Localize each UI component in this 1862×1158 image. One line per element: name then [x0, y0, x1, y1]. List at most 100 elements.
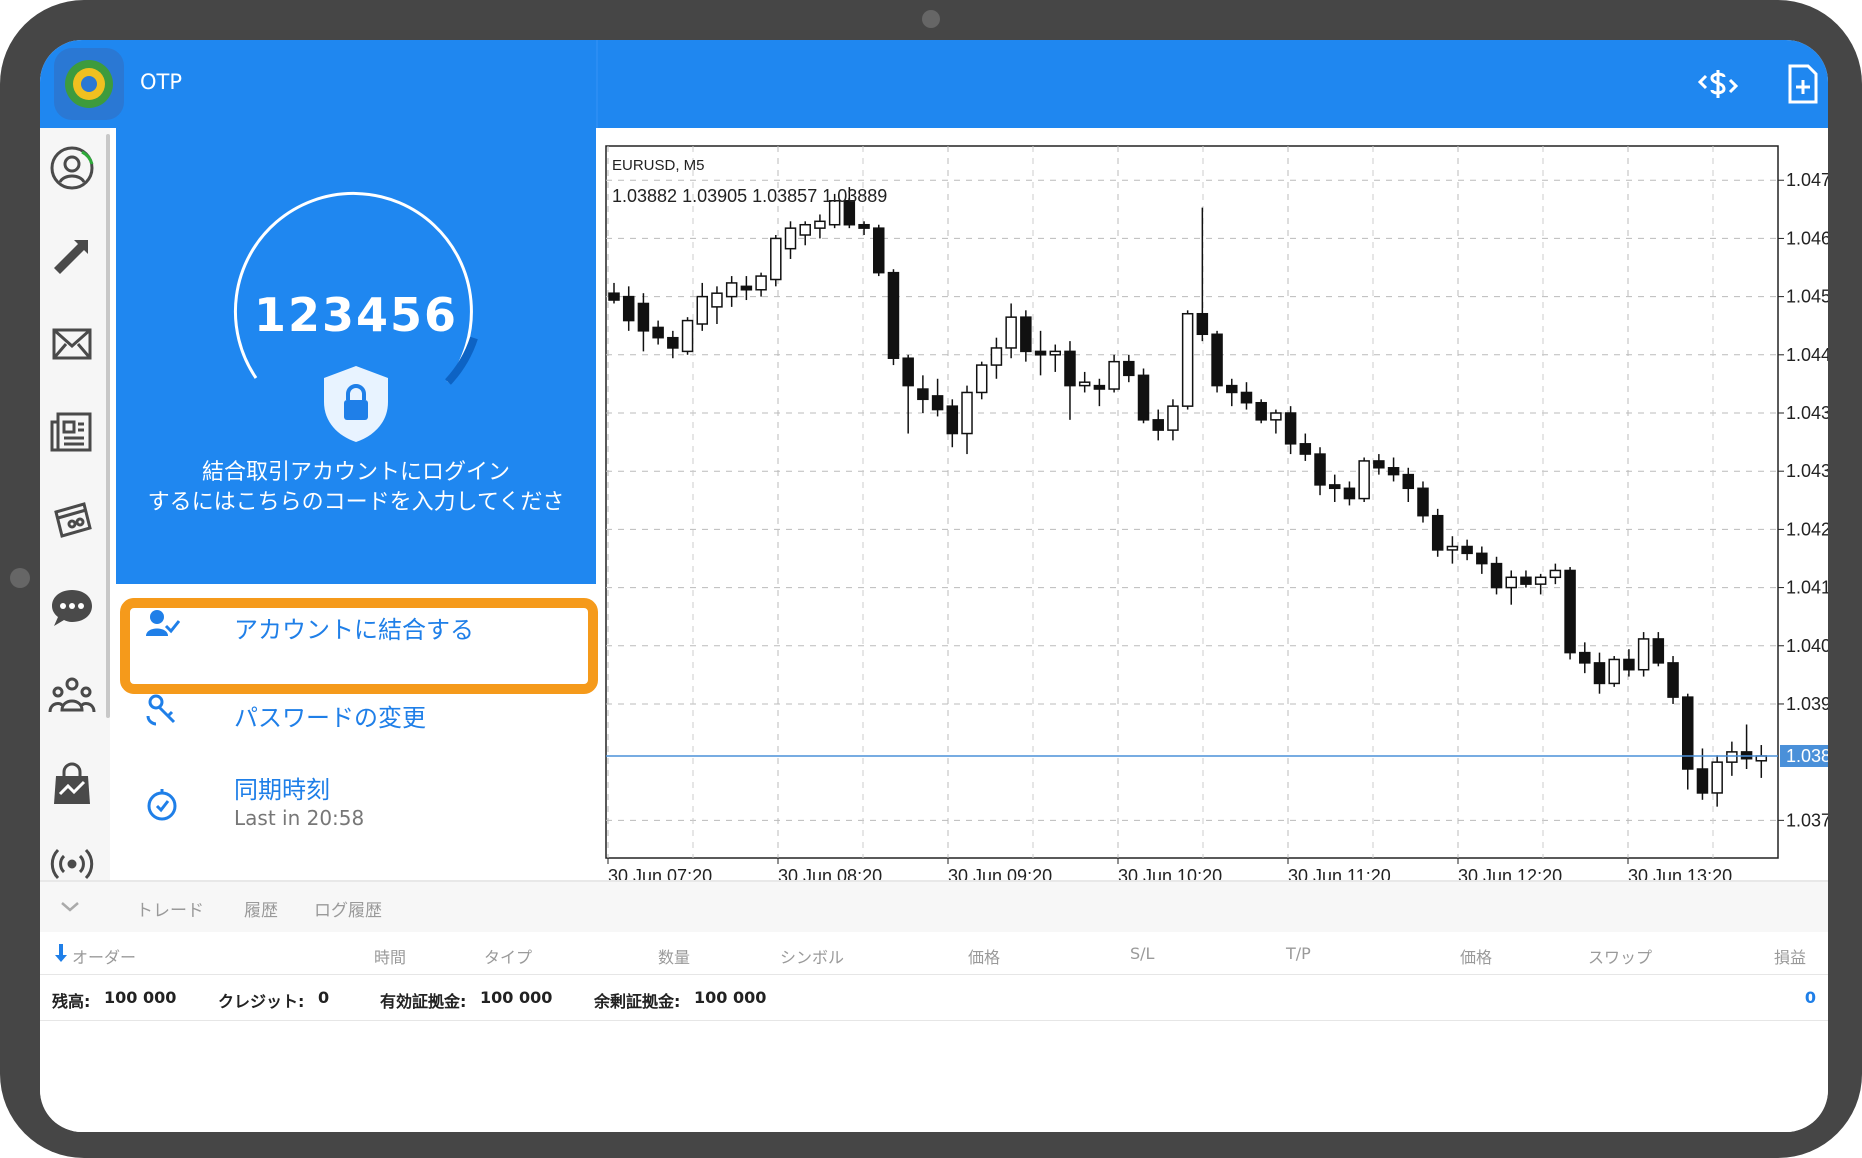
calendar-icon[interactable] — [48, 496, 96, 544]
otp-timer-ring — [233, 191, 478, 385]
mail-icon[interactable] — [48, 320, 96, 368]
rail-scrollbar[interactable] — [106, 134, 110, 718]
y-tick-label: 1.04050 — [1786, 636, 1828, 656]
candle-body — [1373, 460, 1385, 469]
y-tick-label: 1.04135 — [1786, 578, 1828, 598]
tab-log-history[interactable]: ログ履歴 — [314, 896, 382, 921]
y-tick-label: 1.04475 — [1786, 345, 1828, 365]
app-title: OTP — [140, 70, 183, 94]
col-tp[interactable]: T/P — [1286, 944, 1311, 963]
candle-body — [946, 405, 959, 435]
trade-icon[interactable] — [48, 232, 96, 280]
sort-arrow-icon[interactable] — [54, 944, 68, 962]
candle-body — [1049, 350, 1062, 356]
candle-body — [1608, 658, 1620, 685]
col-symbol[interactable]: シンボル — [780, 944, 844, 968]
candle-body — [799, 223, 811, 236]
candle-body — [667, 336, 679, 349]
candle-body — [1652, 638, 1665, 664]
candle-body — [1137, 374, 1150, 421]
free-margin-label: 余剰証拠金: — [594, 992, 681, 1011]
timer-icon — [144, 786, 180, 822]
col-profit[interactable]: 損益 — [1774, 944, 1806, 968]
candle-body — [1123, 360, 1135, 377]
chevron-down-icon[interactable] — [58, 894, 82, 918]
col-price[interactable]: 価格 — [968, 944, 1000, 968]
candle-body — [1549, 569, 1562, 579]
candle-body — [975, 364, 988, 394]
col-sl[interactable]: S/L — [1130, 944, 1154, 963]
x-tick-label: 30 Jun 12:20 — [1458, 866, 1562, 880]
menu-item-label: 同期時刻 — [234, 776, 330, 804]
candle-body — [1417, 487, 1429, 517]
candle-body — [1093, 384, 1106, 390]
y-tick-label: 1.04305 — [1786, 461, 1828, 481]
candle-body — [1476, 552, 1488, 565]
candle-body — [1726, 751, 1738, 763]
tab-history[interactable]: 履歴 — [244, 896, 278, 921]
free-margin-value: 100 000 — [694, 988, 767, 1007]
candle-body — [1211, 333, 1223, 387]
otp-instruction-line1: 結合取引アカウントにログイン — [201, 460, 510, 485]
candle-body — [1064, 350, 1076, 387]
candle-body — [1490, 562, 1503, 589]
otp-instructions: 結合取引アカウントにログイン するにはこちらのコードを入力してくださ — [116, 458, 596, 518]
candle-body — [1520, 576, 1532, 585]
candle-body — [770, 237, 782, 281]
col-swap[interactable]: スワップ — [1588, 944, 1652, 968]
account-icon[interactable] — [48, 144, 96, 192]
key-icon — [144, 692, 180, 728]
x-tick-label: 30 Jun 13:20 — [1628, 866, 1732, 880]
candle-body — [1034, 350, 1047, 356]
new-document-icon[interactable] — [1780, 62, 1824, 106]
candle-body — [622, 295, 635, 322]
x-tick-label: 30 Jun 09:20 — [948, 866, 1052, 880]
candle-body — [1461, 545, 1473, 555]
candle-body — [1196, 312, 1209, 336]
price-chart[interactable]: 1.04730 1.04645 1.04560 1.04475 1.04390 1.043… — [600, 128, 1828, 880]
tablet-bezel: OTP 123456 結合取引アカウントにログイン するにはこちらのコードを入力… — [0, 0, 1862, 1158]
candle-body — [1167, 405, 1179, 431]
otp-code: 123456 — [253, 288, 459, 342]
y-tick-label: 1.03795 — [1786, 810, 1828, 830]
col-current-price[interactable]: 価格 — [1460, 944, 1492, 968]
nav-rail — [40, 128, 110, 880]
market-icon[interactable] — [48, 760, 96, 808]
profit-total: 0 — [1804, 988, 1816, 1007]
menu-item-sublabel: Last in 20:58 — [234, 806, 365, 830]
community-icon[interactable] — [48, 672, 96, 720]
camera-dot — [922, 10, 940, 28]
candle-body — [858, 223, 870, 229]
candle-body — [1623, 658, 1635, 671]
toolbox-tabs: トレード 履歴 ログ履歴 — [40, 882, 1828, 932]
topbar-divider — [596, 40, 598, 128]
chat-icon[interactable] — [48, 584, 96, 632]
candle-body — [1152, 419, 1164, 431]
credit-value: 0 — [318, 988, 330, 1007]
candle-body — [725, 282, 738, 298]
app-logo-icon[interactable] — [54, 48, 124, 120]
news-icon[interactable] — [48, 408, 96, 456]
side-button — [10, 568, 30, 588]
equity-value: 100 000 — [480, 988, 553, 1007]
candle-body — [1446, 545, 1459, 551]
otp-instruction-line2: するにはこちらのコードを入力してくださ — [147, 490, 565, 515]
col-type[interactable]: タイプ — [484, 944, 532, 968]
col-order[interactable]: オーダー — [72, 944, 136, 968]
y-tick-label: 1.04220 — [1786, 519, 1828, 539]
candle-body — [931, 395, 944, 411]
menu-item-sync-time[interactable]: 同期時刻 Last in 20:58 — [116, 752, 596, 852]
tab-trade[interactable]: トレード — [136, 896, 204, 921]
candle-body — [755, 275, 767, 291]
currency-exchange-icon[interactable] — [1696, 62, 1740, 106]
candle-body — [1270, 412, 1282, 421]
candle-body — [1255, 401, 1267, 421]
chart-svg[interactable]: 1.04730 1.04645 1.04560 1.04475 1.04390 1.043… — [600, 128, 1828, 880]
col-volume[interactable]: 数量 — [658, 944, 690, 968]
candle-body — [1667, 662, 1679, 698]
equity-label: 有効証拠金: — [380, 992, 467, 1011]
candle-body — [1226, 384, 1238, 394]
balance-value: 100 000 — [104, 988, 177, 1007]
col-time[interactable]: 時間 — [374, 944, 406, 968]
device-frame: OTP 123456 結合取引アカウントにログイン するにはこちらのコードを入力… — [0, 0, 1862, 1158]
